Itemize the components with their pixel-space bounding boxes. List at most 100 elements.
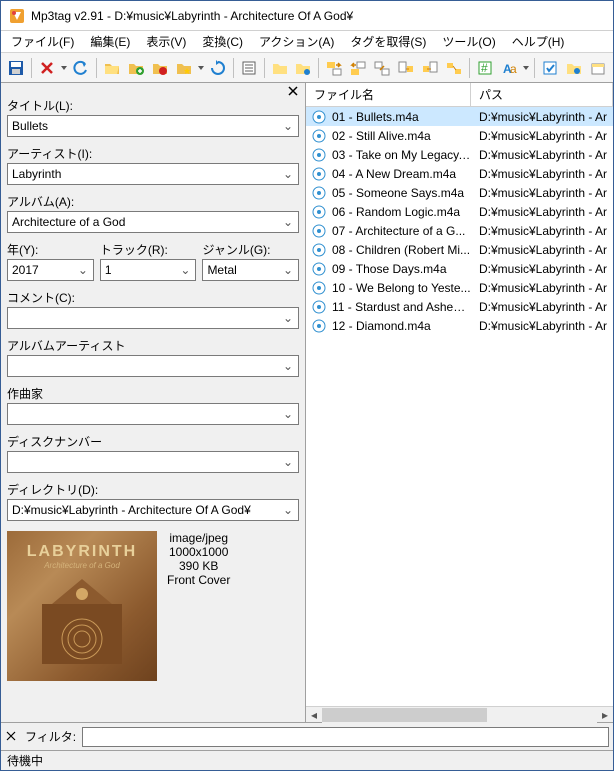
extended-tags-button[interactable] xyxy=(238,57,260,79)
menu-convert[interactable]: 変換(C) xyxy=(194,31,251,52)
artist-input[interactable]: Labyrinth⌄ xyxy=(7,163,299,185)
file-path: D:¥music¥Labyrinth - Ar xyxy=(471,205,613,219)
chevron-down-icon: ⌄ xyxy=(282,167,294,181)
folder-fav-button[interactable] xyxy=(173,57,195,79)
title-input[interactable]: Bullets⌄ xyxy=(7,115,299,137)
file-path: D:¥music¥Labyrinth - Ar xyxy=(471,243,613,257)
menu-help[interactable]: ヘルプ(H) xyxy=(504,31,573,52)
cover-art[interactable]: LABYRINTH Architecture of a God xyxy=(7,531,157,681)
file-path: D:¥music¥Labyrinth - Ar xyxy=(471,319,613,333)
file-row[interactable]: 10 - We Belong to Yeste... D:¥music¥Laby… xyxy=(306,278,613,297)
menu-tools[interactable]: ツール(O) xyxy=(434,31,503,52)
file-name: 06 - Random Logic.m4a xyxy=(328,205,471,219)
playlist-all-button[interactable] xyxy=(269,57,291,79)
actions-button[interactable]: Aa xyxy=(498,57,520,79)
scroll-left-icon[interactable]: ◂ xyxy=(306,707,322,723)
tag-panel: タイトル(L): Bullets⌄ アーティスト(I): Labyrinth⌄ … xyxy=(1,83,306,722)
chevron-down-icon: ⌄ xyxy=(282,455,294,469)
folder-fav-dropdown-icon[interactable] xyxy=(197,57,205,79)
menu-tagsources[interactable]: タグを取得(S) xyxy=(342,31,434,52)
track-input[interactable]: 1⌄ xyxy=(100,259,197,281)
filter-bar: フィルタ: xyxy=(1,722,613,750)
file-name: 04 - A New Dream.m4a xyxy=(328,167,471,181)
albumartist-input[interactable]: ⌄ xyxy=(7,355,299,377)
discno-input[interactable]: ⌄ xyxy=(7,451,299,473)
audio-file-icon xyxy=(310,205,328,219)
filename-to-filename-button[interactable] xyxy=(371,57,393,79)
menu-edit[interactable]: 編集(E) xyxy=(82,31,138,52)
menu-file[interactable]: ファイル(F) xyxy=(3,31,82,52)
file-name: 09 - Those Days.m4a xyxy=(328,262,471,276)
file-name: 11 - Stardust and Ashes.... xyxy=(328,300,471,314)
comment-input[interactable]: ⌄ xyxy=(7,307,299,329)
filename-to-tag-button[interactable] xyxy=(347,57,369,79)
main-area: タイトル(L): Bullets⌄ アーティスト(I): Labyrinth⌄ … xyxy=(1,83,613,722)
tools-button[interactable] xyxy=(587,57,609,79)
col-path[interactable]: パス xyxy=(471,83,613,106)
playlist-button[interactable] xyxy=(149,57,171,79)
chevron-down-icon: ⌄ xyxy=(282,407,294,421)
actions-dropdown-icon[interactable] xyxy=(522,57,530,79)
composer-input[interactable]: ⌄ xyxy=(7,403,299,425)
file-row[interactable]: 03 - Take on My Legacy.... D:¥music¥Laby… xyxy=(306,145,613,164)
file-row[interactable]: 11 - Stardust and Ashes.... D:¥music¥Lab… xyxy=(306,297,613,316)
col-filename[interactable]: ファイル名 xyxy=(306,83,471,106)
file-list[interactable]: 01 - Bullets.m4a D:¥music¥Labyrinth - Ar… xyxy=(306,107,613,706)
delete-dropdown-icon[interactable] xyxy=(60,57,68,79)
cover-subtitle: Architecture of a God xyxy=(44,561,120,570)
close-filter-icon[interactable] xyxy=(5,730,19,744)
file-path: D:¥music¥Labyrinth - Ar xyxy=(471,300,613,314)
file-row[interactable]: 05 - Someone Says.m4a D:¥music¥Labyrinth… xyxy=(306,183,613,202)
quick-action-button[interactable] xyxy=(539,57,561,79)
audio-file-icon xyxy=(310,319,328,333)
file-row[interactable]: 06 - Random Logic.m4a D:¥music¥Labyrinth… xyxy=(306,202,613,221)
autonumber-button[interactable]: # xyxy=(474,57,496,79)
directory-input[interactable]: D:¥music¥Labyrinth - Architecture Of A G… xyxy=(7,499,299,521)
tag-sources-button[interactable] xyxy=(563,57,585,79)
refresh-button[interactable] xyxy=(207,57,229,79)
file-path: D:¥music¥Labyrinth - Ar xyxy=(471,148,613,162)
text-to-tag-button[interactable] xyxy=(395,57,417,79)
tag-to-tag-button[interactable] xyxy=(443,57,465,79)
file-row[interactable]: 07 - Architecture of a G... D:¥music¥Lab… xyxy=(306,221,613,240)
save-button[interactable] xyxy=(5,57,27,79)
close-panel-icon[interactable] xyxy=(287,85,301,99)
file-row[interactable]: 01 - Bullets.m4a D:¥music¥Labyrinth - Ar xyxy=(306,107,613,126)
chevron-down-icon: ⌄ xyxy=(282,359,294,373)
directory-label: ディレクトリ(D): xyxy=(7,481,299,498)
undo-button[interactable] xyxy=(70,57,92,79)
cover-mime: image/jpeg xyxy=(167,531,230,545)
horizontal-scrollbar[interactable]: ◂ ▸ xyxy=(306,706,613,722)
cover-dims: 1000x1000 xyxy=(167,545,230,559)
filter-input[interactable] xyxy=(82,727,609,747)
album-label: アルバム(A): xyxy=(7,193,299,210)
menu-actions[interactable]: アクション(A) xyxy=(251,31,342,52)
file-path: D:¥music¥Labyrinth - Ar xyxy=(471,110,613,124)
file-row[interactable]: 02 - Still Alive.m4a D:¥music¥Labyrinth … xyxy=(306,126,613,145)
cover-logo: LABYRINTH xyxy=(27,543,137,561)
add-folder-button[interactable] xyxy=(125,57,147,79)
chevron-down-icon: ⌄ xyxy=(282,311,294,325)
audio-file-icon xyxy=(310,262,328,276)
genre-input[interactable]: Metal⌄ xyxy=(202,259,299,281)
comment-label: コメント(C): xyxy=(7,289,299,306)
tag-to-text-button[interactable] xyxy=(419,57,441,79)
file-row[interactable]: 04 - A New Dream.m4a D:¥music¥Labyrinth … xyxy=(306,164,613,183)
year-input[interactable]: 2017⌄ xyxy=(7,259,94,281)
file-row[interactable]: 08 - Children (Robert Mi... D:¥music¥Lab… xyxy=(306,240,613,259)
menu-view[interactable]: 表示(V) xyxy=(138,31,194,52)
open-folder-button[interactable] xyxy=(101,57,123,79)
file-row[interactable]: 12 - Diamond.m4a D:¥music¥Labyrinth - Ar xyxy=(306,316,613,335)
app-icon xyxy=(9,8,25,24)
file-path: D:¥music¥Labyrinth - Ar xyxy=(471,224,613,238)
album-input[interactable]: Architecture of a God⌄ xyxy=(7,211,299,233)
file-name: 08 - Children (Robert Mi... xyxy=(328,243,471,257)
file-row[interactable]: 09 - Those Days.m4a D:¥music¥Labyrinth -… xyxy=(306,259,613,278)
tag-to-filename-button[interactable] xyxy=(323,57,345,79)
track-label: トラック(R): xyxy=(100,241,197,258)
audio-file-icon xyxy=(310,243,328,257)
audio-file-icon xyxy=(310,148,328,162)
delete-button[interactable] xyxy=(36,57,58,79)
scroll-right-icon[interactable]: ▸ xyxy=(597,707,613,723)
playlist-sel-button[interactable] xyxy=(293,57,315,79)
